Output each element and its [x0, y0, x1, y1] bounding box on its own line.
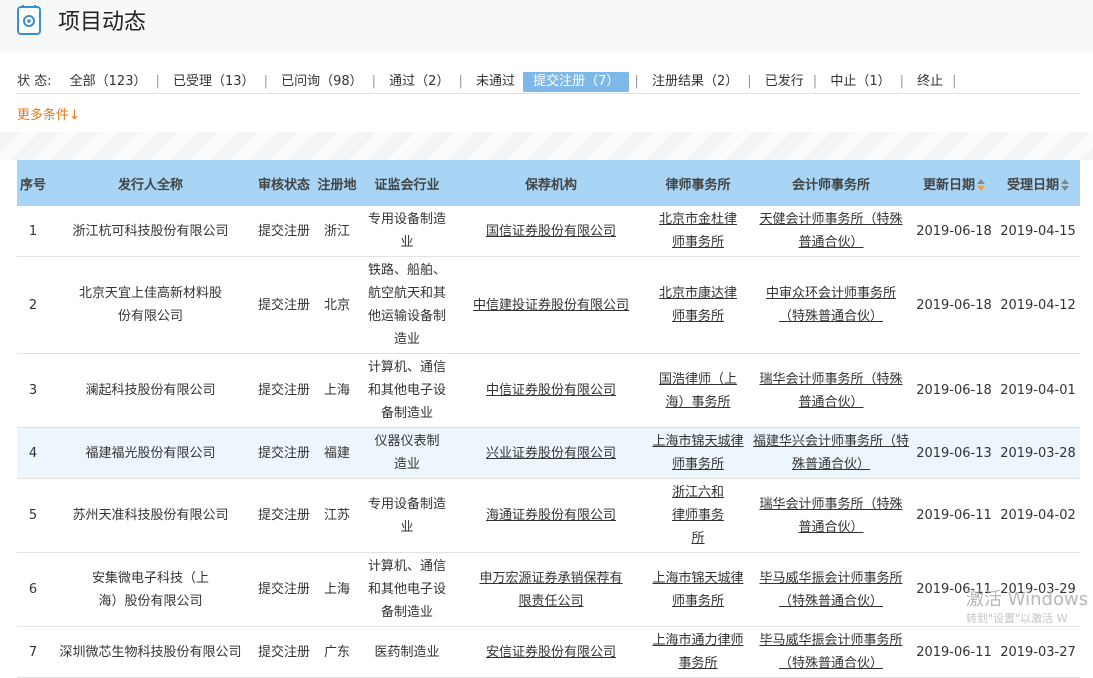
table-header-row: 序号 发行人全称 审核状态 注册地 证监会行业 保荐机构 律师事务所 会计师事务… — [17, 160, 1080, 206]
accounting-firm-link[interactable]: 福建华兴会计师事务所（特殊普通合伙） — [753, 434, 909, 472]
table-row: 3 澜起科技股份有限公司 提交注册 上海 计算机、通信和其他电子设备制造业 中信… — [17, 353, 1080, 428]
page-header: 项目动态 — [0, 0, 1093, 52]
filter-all[interactable]: 全部（123） — [66, 74, 151, 90]
sponsor-link[interactable]: 兴业证券股份有限公司 — [486, 446, 616, 461]
filter-panel — [0, 52, 1093, 132]
filter-registration-result[interactable]: 注册结果（2） — [648, 74, 742, 90]
col-update-date[interactable]: 更新日期 — [912, 160, 996, 206]
sort-icon[interactable] — [1061, 179, 1069, 191]
sponsor-link[interactable]: 安信证券股份有限公司 — [486, 645, 616, 660]
sponsor-link[interactable]: 海通证券股份有限公司 — [486, 508, 616, 523]
sort-icon[interactable] — [977, 179, 985, 191]
accounting-firm-link[interactable]: 瑞华会计师事务所（特殊普通合伙） — [759, 372, 902, 410]
table-row: 6 安集微电子科技（上海）股份有限公司 提交注册 上海 计算机、通信和其他电子设… — [17, 552, 1080, 627]
col-index: 序号 — [17, 160, 49, 206]
page-title: 项目动态 — [58, 10, 147, 35]
law-firm-link[interactable]: 北京市康达律师事务所 — [659, 286, 737, 324]
accounting-firm-link[interactable]: 天健会计师事务所（特殊普通合伙） — [759, 212, 902, 250]
filter-not-passed[interactable]: 未通过 — [472, 74, 519, 90]
col-law-firm: 律师事务所 — [646, 160, 750, 206]
law-firm-link[interactable]: 上海市通力律师事务所 — [652, 633, 743, 671]
filter-suspended[interactable]: 中止（1） — [826, 74, 894, 90]
filter-passed[interactable]: 通过（2） — [385, 74, 453, 90]
table-row: 5 苏州天准科技股份有限公司 提交注册 江苏 专用设备制造业 海通证券股份有限公… — [17, 478, 1080, 553]
sponsor-link[interactable]: 中信证券股份有限公司 — [486, 383, 616, 398]
col-issuer: 发行人全称 — [49, 160, 252, 206]
windows-activation-watermark: 激活 Windows — [966, 589, 1089, 610]
table-row: 1 浙江杭可科技股份有限公司 提交注册 浙江 专用设备制造业 国信证券股份有限公… — [17, 206, 1080, 257]
accounting-firm-link[interactable]: 毕马威华振会计师事务所（特殊普通合伙） — [759, 633, 902, 671]
col-accept-date[interactable]: 受理日期 — [996, 160, 1080, 206]
law-firm-link[interactable]: 北京市金杜律师事务所 — [659, 212, 737, 250]
col-sponsor: 保荐机构 — [456, 160, 646, 206]
sponsor-link[interactable]: 中信建投证券股份有限公司 — [473, 298, 629, 313]
filter-inquired[interactable]: 已问询（98） — [277, 74, 367, 90]
accounting-firm-link[interactable]: 中审众环会计师事务所（特殊普通合伙） — [766, 286, 896, 324]
table-row: 4 福建福光股份有限公司 提交注册 福建 仪器仪表制造业 兴业证券股份有限公司 … — [17, 427, 1080, 479]
col-accounting-firm: 会计师事务所 — [750, 160, 912, 206]
col-region: 注册地 — [316, 160, 358, 206]
filter-divider — [17, 93, 1080, 94]
document-icon — [17, 5, 41, 35]
sponsor-link[interactable]: 国信证券股份有限公司 — [486, 224, 616, 239]
decorative-stripe — [0, 132, 1093, 160]
col-industry: 证监会行业 — [358, 160, 456, 206]
table-row: 7 深圳微芯生物科技股份有限公司 提交注册 广东 医药制造业 安信证券股份有限公… — [17, 626, 1080, 678]
filter-submitted-registration[interactable]: 提交注册（7） — [523, 72, 630, 92]
filter-accepted[interactable]: 已受理（13） — [169, 74, 259, 90]
filter-terminated[interactable]: 终止 — [913, 74, 947, 90]
windows-activation-hint: 转到"设置"以激活 W — [966, 612, 1068, 625]
law-firm-link[interactable]: 国浩律师（上海）事务所 — [659, 372, 737, 410]
status-label: 状 态: — [17, 74, 52, 89]
law-firm-link[interactable]: 浙江六和律师事务所 — [672, 485, 724, 546]
accounting-firm-link[interactable]: 毕马威华振会计师事务所（特殊普通合伙） — [759, 571, 902, 609]
law-firm-link[interactable]: 上海市锦天城律师事务所 — [652, 434, 743, 472]
accounting-firm-link[interactable]: 瑞华会计师事务所（特殊普通合伙） — [759, 497, 902, 535]
project-table: 序号 发行人全称 审核状态 注册地 证监会行业 保荐机构 律师事务所 会计师事务… — [17, 160, 1080, 678]
col-status: 审核状态 — [252, 160, 316, 206]
sponsor-link[interactable]: 申万宏源证券承销保荐有限责任公司 — [479, 571, 622, 609]
law-firm-link[interactable]: 上海市锦天城律师事务所 — [652, 571, 743, 609]
filter-issued[interactable]: 已发行 — [761, 74, 808, 90]
table-row: 2 北京天宜上佳高新材料股份有限公司 提交注册 北京 铁路、船舶、航空航天和其他… — [17, 256, 1080, 354]
status-filter-bar: 状 态: 全部（123） | 已受理（13） | 已问询（98） | 通过（2） | 未… — [17, 72, 962, 92]
more-conditions-link[interactable]: 更多条件↓ — [17, 104, 80, 123]
